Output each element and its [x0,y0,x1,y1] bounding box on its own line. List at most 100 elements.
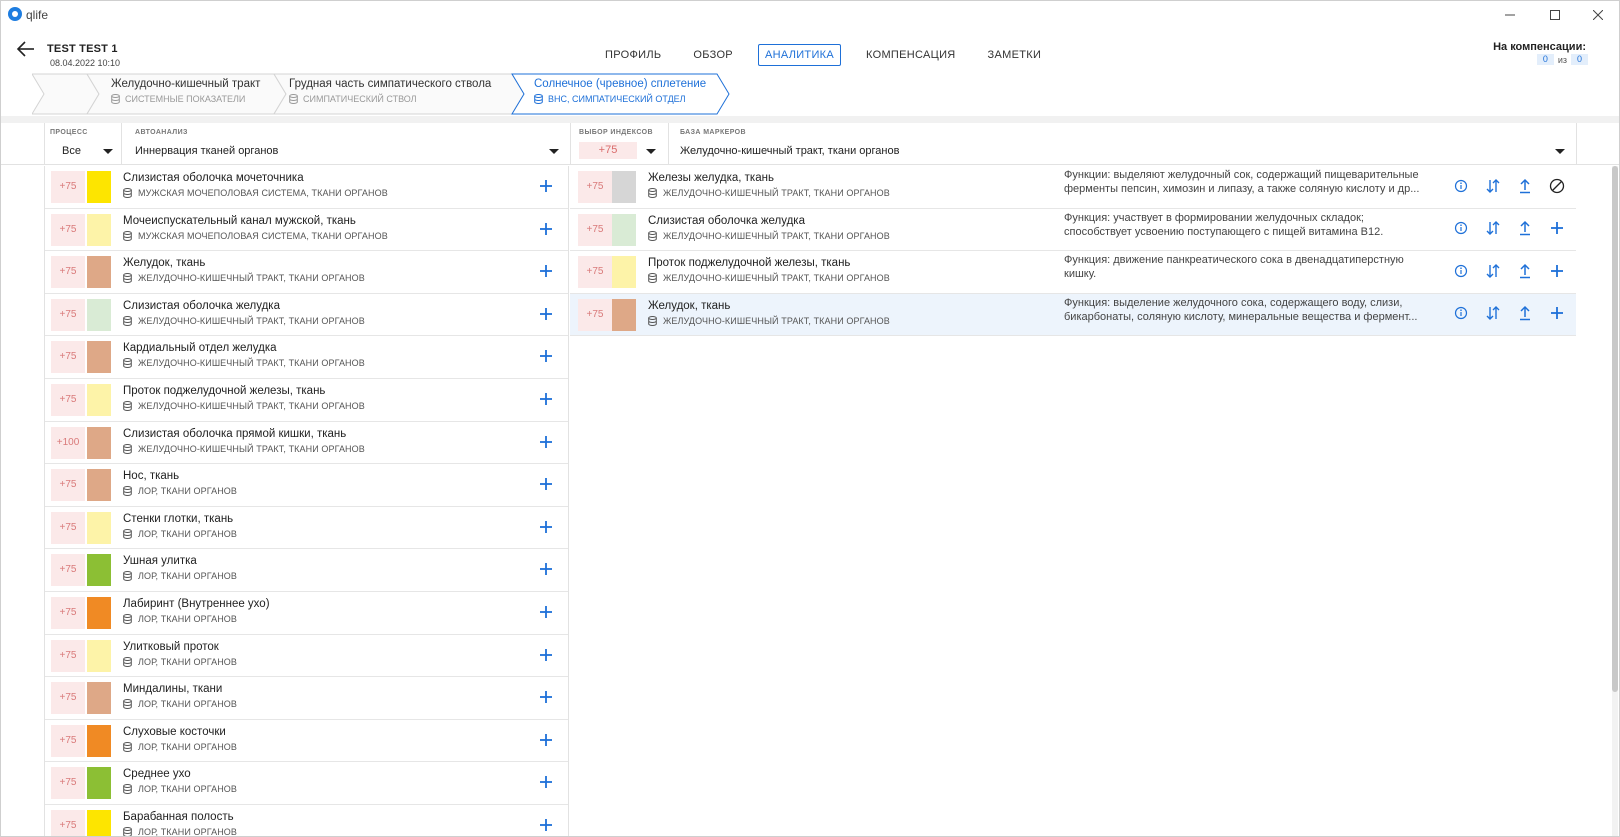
add-button[interactable] [538,732,554,748]
autoanalysis-filter-select[interactable]: Иннервация тканей органов [135,145,278,157]
info-button[interactable] [1452,178,1470,196]
tab-overview[interactable]: ОБЗОР [686,44,740,66]
add-button[interactable] [538,391,554,407]
marker-category: МУЖСКАЯ МОЧЕПОЛОВАЯ СИСТЕМА, ТКАНИ ОРГАН… [123,230,388,241]
add-button[interactable] [538,476,554,492]
chevron-down-icon[interactable] [103,149,113,154]
color-swatch [87,256,111,289]
marker-title: Слуховые косточки [123,725,226,738]
marker-category-text: МУЖСКАЯ МОЧЕПОЛОВАЯ СИСТЕМА, ТКАНИ ОРГАН… [138,230,388,241]
marker-title: Проток поджелудочной железы, ткань [123,384,326,397]
info-button[interactable] [1452,263,1470,281]
list-item[interactable]: +75 Слизистая оболочка мочеточника МУЖСКАЯ… [45,166,568,209]
list-item[interactable]: +75 Мочеиспускательный канал мужской, тка… [45,209,568,252]
list-item[interactable]: +75 Улитковый проток ЛОР, ТКАНИ ОРГАНОВ [45,635,568,678]
add-button[interactable] [538,689,554,705]
add-button[interactable] [538,519,554,535]
list-item[interactable]: +75 Желудок, ткань ЖЕЛУДОЧНО-КИШЕЧНЫЙ ТРАК… [570,293,1576,337]
list-item[interactable]: +75 Слизистая оболочка желудка ЖЕЛУДОЧНО-К… [570,209,1576,252]
upload-button[interactable] [1516,221,1534,239]
process-filter-select[interactable]: Все [62,145,81,157]
plus-icon [538,733,554,751]
add-button[interactable] [538,817,554,833]
list-item[interactable]: +75 Миндалины, ткани ЛОР, ТКАНИ ОРГАНОВ [45,677,568,720]
info-button[interactable] [1452,221,1470,239]
list-item[interactable]: +75 Желудок, ткань ЖЕЛУДОЧНО-КИШЕЧНЫЙ ТРАК… [45,251,568,294]
minimize-button[interactable] [1500,5,1520,25]
list-item[interactable]: +75 Стенки глотки, ткань ЛОР, ТКАНИ ОРГАНО… [45,507,568,550]
chevron-down-icon[interactable] [646,149,656,154]
list-item[interactable]: +75 Железы желудка, ткань ЖЕЛУДОЧНО-КИШЕЧН… [570,166,1576,209]
plus-icon [538,307,554,325]
tab-notes[interactable]: ЗАМЕТКИ [981,44,1049,66]
breadcrumb-item-gi-tract[interactable]: Желудочно-кишечный тракт СИСТЕМНЫЕ ПОКАЗ… [111,78,260,104]
marker-category: ЛОР, ТКАНИ ОРГАНОВ [123,699,238,710]
list-item[interactable]: +75 Проток поджелудочной железы, ткань ЖЕЛ… [45,379,568,422]
list-item[interactable]: +75 Лабиринт (Внутреннее ухо) ЛОР, ТКАНИ О… [45,592,568,635]
add-button[interactable] [1548,221,1566,239]
marker-description: Функции: выделяют желудочный сок, содерж… [1064,169,1420,195]
add-button[interactable] [538,434,554,450]
breadcrumb-item-solar-plexus[interactable]: Солнечное (чревное) сплетение ВНС, СИМПА… [534,78,706,104]
list-item[interactable]: +75 Кардиальный отдел желудка ЖЕЛУДОЧНО-КИ… [45,336,568,379]
marker-base-filter-select[interactable]: Желудочно-кишечный тракт, ткани органов [680,145,899,157]
sort-button[interactable] [1484,263,1502,281]
add-button[interactable] [1548,263,1566,281]
database-icon [123,613,132,624]
list-item[interactable]: +75 Ушная улитка ЛОР, ТКАНИ ОРГАНОВ [45,549,568,592]
add-button[interactable] [538,263,554,279]
marker-title: Проток поджелудочной железы, ткань [648,257,851,270]
list-item[interactable]: +100 Слизистая оболочка прямой кишки, тка… [45,422,568,465]
list-item[interactable]: +75 Барабанная полость ЛОР, ТКАНИ ОРГАНОВ [45,805,568,837]
add-button[interactable] [538,178,554,194]
sort-icon [1485,220,1501,239]
sort-button[interactable] [1484,221,1502,239]
database-icon [123,400,132,411]
list-item[interactable]: +75 Нос, ткань ЛОР, ТКАНИ ОРГАНОВ [45,464,568,507]
index-filter-select[interactable]: +75 [579,142,637,159]
add-button[interactable] [538,774,554,790]
add-button[interactable] [538,647,554,663]
tab-analytics[interactable]: АНАЛИТИКА [757,44,842,66]
maximize-button[interactable] [1545,5,1565,25]
add-button[interactable] [538,561,554,577]
block-button[interactable] [1548,178,1566,196]
index-score: +75 [51,298,85,331]
tab-profile[interactable]: ПРОФИЛЬ [598,44,668,66]
color-swatch [87,682,111,715]
left-marker-list: +75 Слизистая оболочка мочеточника МУЖСКАЯ… [44,166,569,837]
close-window-button[interactable] [1588,5,1608,25]
breadcrumb-item-sympathetic-trunk[interactable]: Грудная часть симпатического ствола СИМП… [289,78,491,104]
list-item[interactable]: +75 Проток поджелудочной железы, ткань ЖЕЛ… [570,251,1576,294]
upload-button[interactable] [1516,306,1534,324]
tab-compensation[interactable]: КОМПЕНСАЦИЯ [859,44,963,66]
list-item[interactable]: +75 Слуховые косточки ЛОР, ТКАНИ ОРГАНОВ [45,720,568,763]
breadcrumb-subtitle-text: СИМПАТИЧЕСКИЙ СТВОЛ [303,94,417,104]
chevron-down-icon[interactable] [549,149,559,154]
upload-button[interactable] [1516,178,1534,196]
plus-icon [538,392,554,410]
marker-category: ЛОР, ТКАНИ ОРГАНОВ [123,571,237,582]
list-item[interactable]: +75 Среднее ухо ЛОР, ТКАНИ ОРГАНОВ [45,762,568,805]
add-button[interactable] [538,221,554,237]
list-item[interactable]: +75 Слизистая оболочка желудка ЖЕЛУДОЧНО-К… [45,294,568,337]
plus-icon [1549,220,1565,239]
info-button[interactable] [1452,306,1470,324]
color-swatch [87,383,111,416]
sort-button[interactable] [1484,178,1502,196]
upload-button[interactable] [1516,263,1534,281]
marker-category-text: ЛОР, ТКАНИ ОРГАНОВ [138,699,238,710]
title-bar: qlife [0,0,1620,30]
add-button[interactable] [1548,306,1566,324]
plus-icon [538,563,554,580]
marker-category-text: ЖЕЛУДОЧНО-КИШЕЧНЫЙ ТРАКТ, ТКАНИ ОРГАНОВ [138,358,365,369]
chevron-down-icon[interactable] [1555,149,1565,154]
scrollbar-thumb[interactable] [1612,166,1618,692]
back-arrow-icon[interactable] [16,40,36,58]
sort-button[interactable] [1484,306,1502,324]
add-button[interactable] [538,604,554,620]
info-icon [1454,306,1468,323]
index-score: +75 [578,213,612,246]
add-button[interactable] [538,348,554,364]
add-button[interactable] [538,306,554,322]
